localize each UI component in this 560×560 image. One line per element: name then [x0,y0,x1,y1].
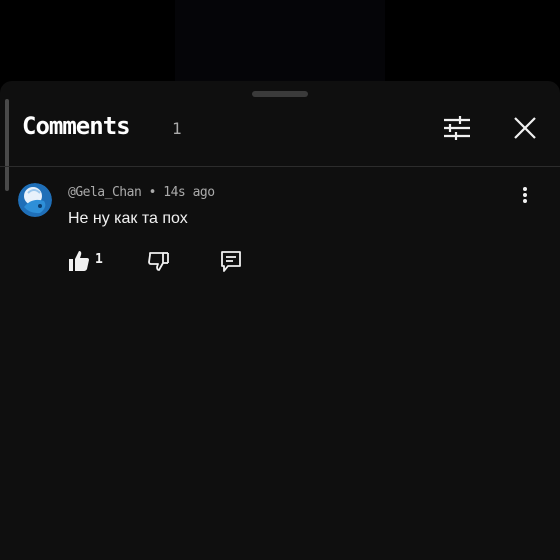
sliders-icon [442,114,472,146]
like-count: 1 [95,252,103,267]
comment-item: @Gela_Chan • 14s ago Не ну как та пох 1 [0,176,560,286]
dislike-button[interactable] [148,249,172,277]
comment-author[interactable]: @Gela_Chan [68,185,142,200]
meta-separator: • [141,185,164,200]
panel-title: Comments [22,112,131,140]
comment-count: 1 [172,119,182,138]
video-player-background [175,0,385,82]
comments-header: Comments 1 [0,81,560,167]
reply-icon [220,250,242,276]
more-vertical-icon [522,186,528,208]
close-button[interactable] [509,114,541,146]
thumbs-up-icon [68,250,90,276]
comment-options-button[interactable] [512,184,538,210]
comment-meta: @Gela_Chan • 14s ago [68,185,215,200]
reply-button[interactable] [220,249,244,277]
comment-time: 14s ago [163,185,215,200]
avatar[interactable] [18,183,52,217]
close-icon [513,116,537,144]
like-button[interactable]: 1 [68,249,108,277]
comments-panel: Comments 1 @Gela_Chan • 14s ago Не ну ка… [0,81,560,560]
thumbs-down-icon [148,250,170,276]
comment-text: Не ну как та пох [68,210,188,227]
filter-button[interactable] [441,114,473,146]
